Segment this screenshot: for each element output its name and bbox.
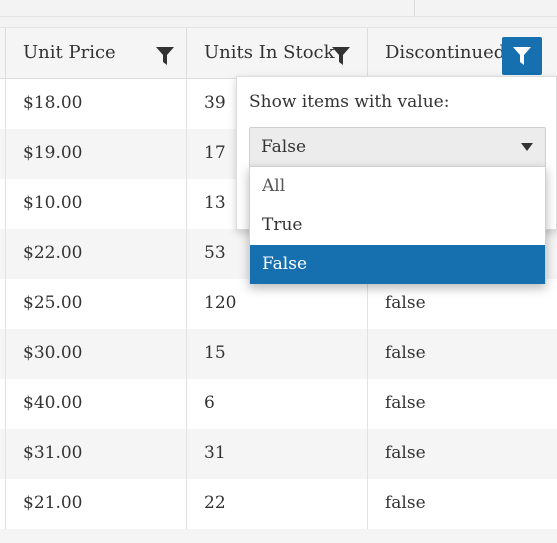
table-row[interactable]: $25.00 120 false bbox=[0, 279, 557, 329]
cell-unit-price: $21.00 bbox=[5, 479, 186, 529]
cell-discontinued: false bbox=[367, 329, 557, 379]
filter-options-list: All True False bbox=[249, 166, 546, 284]
cell-discontinued: false bbox=[367, 429, 557, 479]
cell-unit-price: $18.00 bbox=[5, 79, 186, 129]
cell-unit-price: $25.00 bbox=[5, 279, 186, 329]
cell-units-in-stock: 6 bbox=[186, 379, 367, 429]
filter-selected-value: False bbox=[261, 137, 306, 157]
filter-icon bbox=[513, 47, 531, 65]
option-true[interactable]: True bbox=[250, 206, 545, 245]
filter-menu-label: Show items with value: bbox=[249, 92, 450, 112]
column-header-units-in-stock[interactable]: Units In Stock bbox=[186, 28, 367, 78]
cell-unit-price: $10.00 bbox=[5, 179, 186, 229]
cell-discontinued: false bbox=[367, 279, 557, 329]
column-header-discontinued[interactable]: Discontinued bbox=[367, 28, 557, 78]
filter-icon bbox=[332, 47, 350, 65]
cell-units-in-stock: 120 bbox=[186, 279, 367, 329]
column-title: Units In Stock bbox=[204, 42, 335, 63]
filter-button-discontinued[interactable] bbox=[502, 37, 542, 75]
cell-unit-price: $19.00 bbox=[5, 129, 186, 179]
cell-unit-price: $40.00 bbox=[5, 379, 186, 429]
cell-units-in-stock: 15 bbox=[186, 329, 367, 379]
option-false[interactable]: False bbox=[250, 245, 545, 284]
filter-value-select[interactable]: False bbox=[249, 127, 546, 167]
cell-unit-price: $22.00 bbox=[5, 229, 186, 279]
option-all[interactable]: All bbox=[250, 167, 545, 206]
cell-discontinued: false bbox=[367, 479, 557, 529]
cell-unit-price: $31.00 bbox=[5, 429, 186, 479]
table-row[interactable]: $40.00 6 false bbox=[0, 379, 557, 429]
filter-icon bbox=[156, 47, 174, 65]
grid-header: Unit Price Units In Stock Discontinued bbox=[0, 28, 557, 79]
table-row[interactable]: $30.00 15 false bbox=[0, 329, 557, 379]
table-row[interactable] bbox=[0, 529, 557, 543]
filter-button-unit-price[interactable] bbox=[145, 37, 185, 75]
filter-button-units-in-stock[interactable] bbox=[321, 37, 361, 75]
cell-units-in-stock: 31 bbox=[186, 429, 367, 479]
cell-units-in-stock: 22 bbox=[186, 479, 367, 529]
toolbar-divider-line bbox=[0, 16, 557, 17]
cell-discontinued: false bbox=[367, 379, 557, 429]
caret-down-icon bbox=[521, 143, 533, 151]
table-row[interactable]: $31.00 31 false bbox=[0, 429, 557, 479]
column-title: Discontinued bbox=[385, 42, 506, 63]
table-row[interactable]: $21.00 22 false bbox=[0, 479, 557, 529]
cell-unit-price: $30.00 bbox=[5, 329, 186, 379]
grid-toolbar bbox=[0, 0, 557, 28]
column-title: Unit Price bbox=[23, 42, 116, 63]
column-header-unit-price[interactable]: Unit Price bbox=[5, 28, 186, 78]
toolbar-divider bbox=[414, 0, 415, 16]
